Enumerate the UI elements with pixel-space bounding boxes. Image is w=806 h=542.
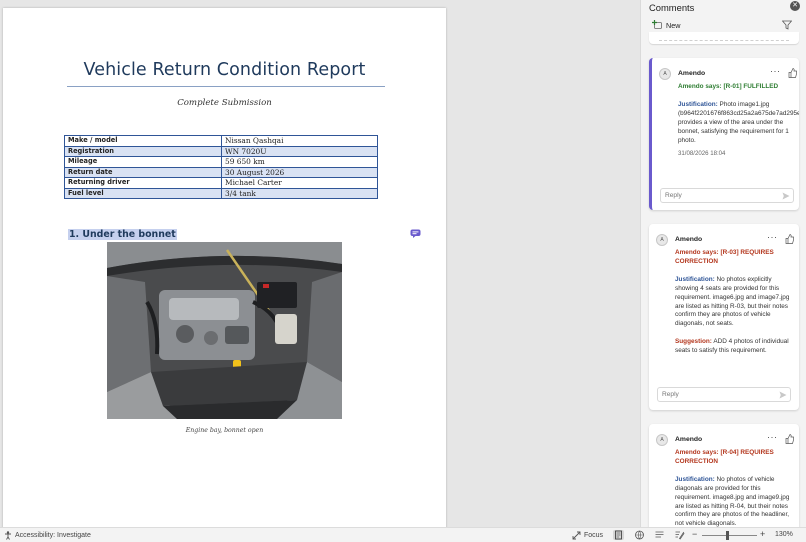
focus-button[interactable]: Focus [572,531,603,540]
justification-label: Justification: [678,100,718,108]
new-comment-button[interactable]: New [652,19,680,31]
close-icon[interactable]: ✕ [790,1,800,11]
comment-card[interactable]: A Amendo ··· Amendo says: [R-04] REQUIRE… [649,424,799,527]
zoom-level[interactable]: 130% [775,531,793,538]
comment-body: Amendo says: [R-03] REQUIRES CORRECTION … [675,249,795,356]
status-bar: Accessibility: Investigate Focus − + 130… [0,527,806,542]
justification-text: No photos of vehicle diagonals are provi… [675,475,790,527]
comment-status: Amendo says: [R-04] REQUIRES CORRECTION [675,449,774,465]
comments-pane-title: Comments [649,2,695,13]
section-heading[interactable]: 1. Under the bonnet [68,229,177,240]
reply-placeholder: Reply [665,192,682,199]
comment-body: Amendo says: [R-04] REQUIRES CORRECTION … [675,449,795,527]
table-row: Return date 30 August 2026 [64,166,378,178]
table-row: Make / model Nissan Qashqai [64,135,378,147]
reply-input[interactable]: Reply [657,387,791,402]
zoom-slider-thumb[interactable] [726,531,729,540]
comment-body: Amendo says: [R-01] FULFILLED Justificat… [678,83,799,159]
new-comment-icon [652,20,662,29]
title-underline [67,86,385,87]
document-subtitle: Complete Submission [177,98,272,108]
document-page[interactable]: Vehicle Return Condition Report Complete… [3,8,446,527]
like-icon[interactable] [788,68,797,78]
table-key: Returning driver [64,177,222,189]
document-canvas[interactable]: Vehicle Return Condition Report Complete… [0,0,640,527]
table-value: 3/4 tank [221,187,378,199]
table-value: Michael Carter [221,177,378,189]
like-icon[interactable] [785,434,794,444]
send-icon[interactable] [782,192,790,200]
photo-caption: Engine bay, bonnet open [185,427,264,434]
filter-icon[interactable] [782,20,792,30]
accessibility-icon [5,531,11,540]
suggestion-paragraph: Suggestion: ADD 4 photos of individual s… [675,338,795,356]
table-row: Mileage 59 650 km [64,156,378,168]
accessibility-label: Accessibility: Investigate [15,532,91,539]
reply-placeholder: Reply [662,391,679,398]
table-key: Return date [64,166,222,178]
table-key: Registration [64,145,222,157]
more-options-icon[interactable]: ··· [767,232,778,242]
zoom-out-button[interactable]: − [692,529,697,539]
justification-label: Justification: [675,275,715,283]
comment-author: Amendo [675,236,703,243]
focus-label: Focus [584,532,604,539]
table-key: Mileage [64,156,222,168]
proofing-icon[interactable] [674,530,685,540]
comment-author: Amendo [678,70,706,77]
table-key: Fuel level [64,187,222,199]
comments-pane: Comments ✕ New A Amendo ··· Amendo says:… [640,0,806,527]
comment-timestamp: 31/08/2026 18:04 [678,150,726,158]
comment-status: Amendo says: [R-01] FULFILLED [678,83,779,90]
table-row: Fuel level 3/4 tank [64,187,378,199]
table-row: Returning driver Michael Carter [64,177,378,189]
zoom-in-button[interactable]: + [760,529,765,539]
focus-icon [572,531,581,540]
avatar: A [656,434,668,446]
read-mode-icon[interactable] [654,530,665,540]
table-value: 59 650 km [221,156,378,168]
justification-label: Justification: [675,475,715,483]
web-layout-icon[interactable] [634,530,645,540]
avatar: A [659,68,671,80]
table-value: Nissan Qashqai [221,135,378,147]
suggestion-label: Suggestion: [675,338,712,346]
justification-text: No photos explicitly showing 4 seats are… [675,275,790,328]
more-options-icon[interactable]: ··· [767,432,778,442]
table-key: Make / model [64,135,222,147]
comment-card[interactable]: A Amendo ··· Amendo says: [R-03] REQUIRE… [649,224,799,410]
vehicle-info-table: Make / model Nissan Qashqai Registration W… [64,135,378,199]
table-row: Registration WN 7020U [64,145,378,157]
zoom-slider[interactable] [702,535,757,536]
reply-input[interactable]: Reply [660,188,794,203]
comment-status: Amendo says: [R-03] REQUIRES CORRECTION [675,249,774,265]
table-value: 30 August 2026 [221,166,378,178]
like-icon[interactable] [785,234,794,244]
new-comment-label: New [666,20,681,30]
comment-card[interactable]: A Amendo ··· Amendo says: [R-01] FULFILL… [649,58,799,210]
send-icon[interactable] [779,391,787,399]
more-options-icon[interactable]: ··· [770,66,781,76]
document-title: Vehicle Return Condition Report [83,60,366,80]
engine-bay-photo[interactable] [107,242,342,419]
print-layout-icon[interactable] [613,530,624,540]
avatar: A [656,234,668,246]
comment-marker-icon[interactable] [410,229,421,238]
accessibility-button[interactable]: Accessibility: Investigate [4,531,91,540]
comment-author: Amendo [675,436,703,443]
table-value: WN 7020U [221,145,378,157]
previous-comment-card [649,32,799,44]
